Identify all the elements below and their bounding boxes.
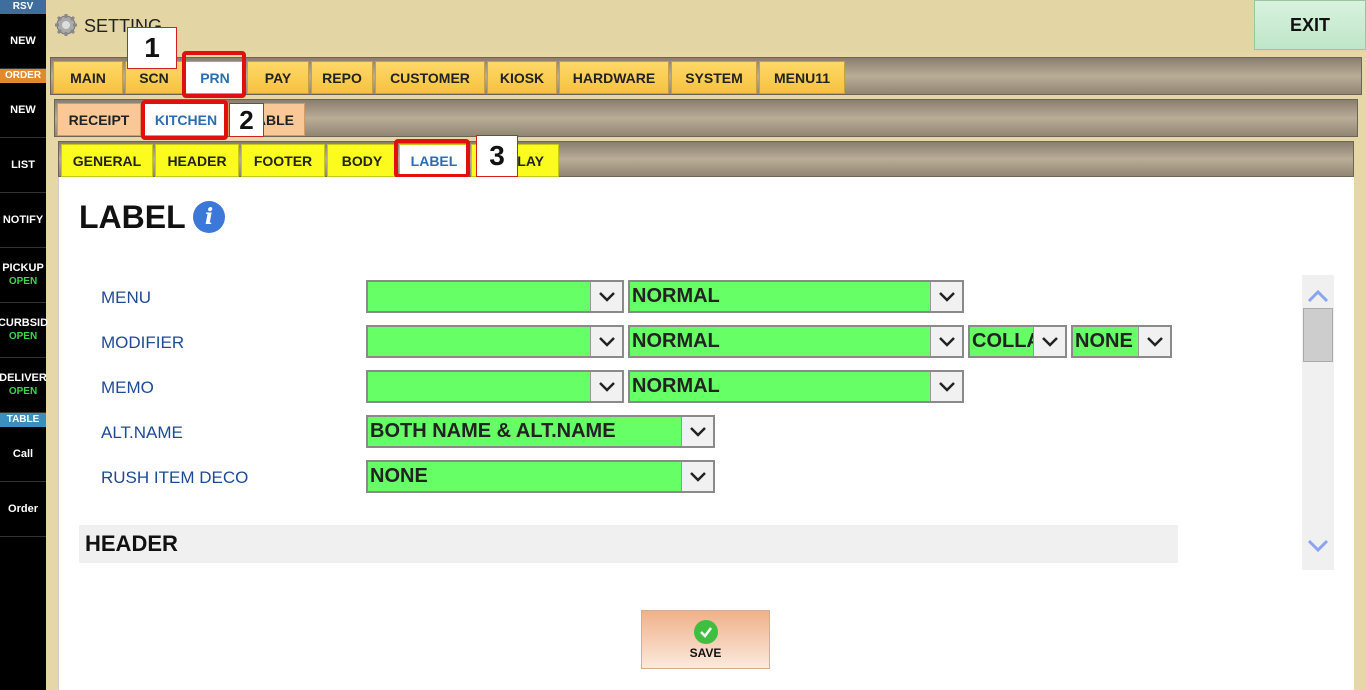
chevron-down-icon[interactable]: [681, 462, 713, 491]
sidebar-call[interactable]: Call: [0, 427, 46, 482]
sidebar-call-label: Call: [12, 448, 34, 460]
tab-kiosk[interactable]: KIOSK: [487, 61, 557, 94]
chevron-down-icon[interactable]: [930, 372, 962, 401]
main-tab-strip: MAIN SCN PRN PAY REPO CUSTOMER KIOSK HAR…: [50, 57, 1362, 95]
scrollbar-thumb[interactable]: [1303, 308, 1333, 362]
sidebar-delivery-status: OPEN: [8, 386, 38, 397]
tab-customer[interactable]: CUSTOMER: [375, 61, 485, 94]
tab-system[interactable]: SYSTEM: [671, 61, 757, 94]
annotation-highlight-kitchen: [141, 100, 228, 140]
gear-icon: [55, 14, 77, 36]
menu-style-value: NORMAL: [632, 285, 720, 307]
rush-item-deco-label: RUSH ITEM DECO: [101, 468, 249, 487]
altname-label: ALT.NAME: [101, 423, 183, 442]
tab-main[interactable]: MAIN: [53, 61, 123, 94]
sidebar-list-label: LIST: [11, 159, 35, 171]
chevron-down-icon[interactable]: [681, 417, 713, 446]
annotation-number-3: 3: [476, 135, 518, 177]
exit-button[interactable]: EXIT: [1254, 0, 1366, 50]
modifier-label: MODIFIER: [101, 333, 185, 352]
sidebar-delivery[interactable]: DELIVER OPEN: [0, 358, 47, 413]
tab-body[interactable]: BODY: [327, 144, 397, 177]
sidebar-order-header: ORDER: [0, 69, 46, 83]
altname-value: BOTH NAME & ALT.NAME: [370, 420, 616, 442]
sidebar-delivery-label: DELIVER: [0, 372, 47, 384]
tab-general[interactable]: GENERAL: [61, 144, 153, 177]
modifier-collapse-select[interactable]: COLLA: [968, 325, 1067, 358]
sidebar-rsv-new[interactable]: NEW: [0, 14, 46, 69]
sidebar-order-btn-label: Order: [8, 503, 38, 515]
tab-repo[interactable]: REPO: [311, 61, 373, 94]
info-icon[interactable]: i: [193, 201, 225, 233]
sidebar-curbside[interactable]: CURBSID OPEN: [0, 303, 49, 358]
menu-style-select[interactable]: NORMAL: [628, 280, 964, 313]
memo-font-select[interactable]: [366, 370, 624, 403]
altname-select[interactable]: BOTH NAME & ALT.NAME: [366, 415, 715, 448]
menu-font-select[interactable]: [366, 280, 624, 313]
chevron-down-icon[interactable]: [590, 327, 622, 356]
sidebar-pickup-label: PICKUP: [2, 262, 44, 274]
annotation-highlight-label: [394, 139, 470, 178]
modifier-extra-value: NONE: [1075, 330, 1133, 352]
chevron-down-icon[interactable]: [590, 282, 622, 311]
scrollbar[interactable]: [1302, 275, 1334, 570]
modifier-style-select[interactable]: NORMAL: [628, 325, 964, 358]
memo-label: MEMO: [101, 378, 154, 397]
modifier-font-select[interactable]: [366, 325, 624, 358]
sidebar-table-header: TABLE: [0, 413, 46, 427]
rush-item-deco-value: NONE: [370, 465, 428, 487]
sidebar-order-new[interactable]: NEW: [0, 83, 46, 138]
save-button[interactable]: SAVE: [641, 610, 770, 669]
tab-header[interactable]: HEADER: [155, 144, 239, 177]
tab-menu11[interactable]: MENU11: [759, 61, 845, 94]
sidebar-order-new-label: NEW: [10, 104, 36, 116]
scroll-down-icon[interactable]: [1306, 537, 1330, 555]
sidebar-list[interactable]: LIST: [0, 138, 46, 193]
modifier-style-value: NORMAL: [632, 330, 720, 352]
menu-label: MENU: [101, 288, 152, 307]
tab-pay[interactable]: PAY: [247, 61, 309, 94]
sidebar-curbside-status: OPEN: [8, 331, 38, 342]
annotation-number-2: 2: [229, 103, 264, 137]
tab-footer[interactable]: FOOTER: [241, 144, 325, 177]
modifier-collapse-value: COLLA: [972, 330, 1041, 352]
memo-style-select[interactable]: NORMAL: [628, 370, 964, 403]
sidebar-curbside-label: CURBSID: [0, 317, 49, 329]
scroll-up-icon[interactable]: [1306, 287, 1330, 305]
sidebar-notify[interactable]: NOTIFY: [0, 193, 46, 248]
left-sidebar: RSV NEW ORDER NEW LIST NOTIFY PICKUP OPE…: [0, 0, 49, 690]
chevron-down-icon[interactable]: [1138, 327, 1170, 356]
tab-receipt[interactable]: RECEIPT: [57, 103, 141, 136]
annotation-highlight-prn: [182, 51, 246, 98]
top-bar: SETTING EXIT: [46, 0, 1366, 52]
section-header: HEADER: [79, 525, 1178, 563]
rush-item-deco-select[interactable]: NONE: [366, 460, 715, 493]
sidebar-pickup-status: OPEN: [8, 276, 38, 287]
chevron-down-icon[interactable]: [1033, 327, 1065, 356]
content-panel: LABEL i MENU NORMAL MODIFIER NORMAL COLL…: [58, 177, 1354, 690]
sidebar-rsv-header: RSV: [0, 0, 46, 14]
checkmark-icon: [693, 619, 718, 644]
tab-hardware[interactable]: HARDWARE: [559, 61, 669, 94]
chevron-down-icon[interactable]: [930, 327, 962, 356]
sidebar-notify-label: NOTIFY: [2, 214, 44, 226]
sidebar-rsv-new-label: NEW: [10, 35, 36, 47]
page-title: LABEL: [79, 199, 186, 235]
save-label: SAVE: [689, 645, 722, 660]
modifier-extra-select[interactable]: NONE: [1071, 325, 1172, 358]
sidebar-pickup[interactable]: PICKUP OPEN: [0, 248, 46, 303]
kitchen-tab-strip: GENERAL HEADER FOOTER BODY LABEL LAY: [58, 141, 1354, 177]
annotation-number-1: 1: [127, 27, 177, 69]
sidebar-order-btn[interactable]: Order: [0, 482, 46, 537]
chevron-down-icon[interactable]: [930, 282, 962, 311]
chevron-down-icon[interactable]: [590, 372, 622, 401]
memo-style-value: NORMAL: [632, 375, 720, 397]
